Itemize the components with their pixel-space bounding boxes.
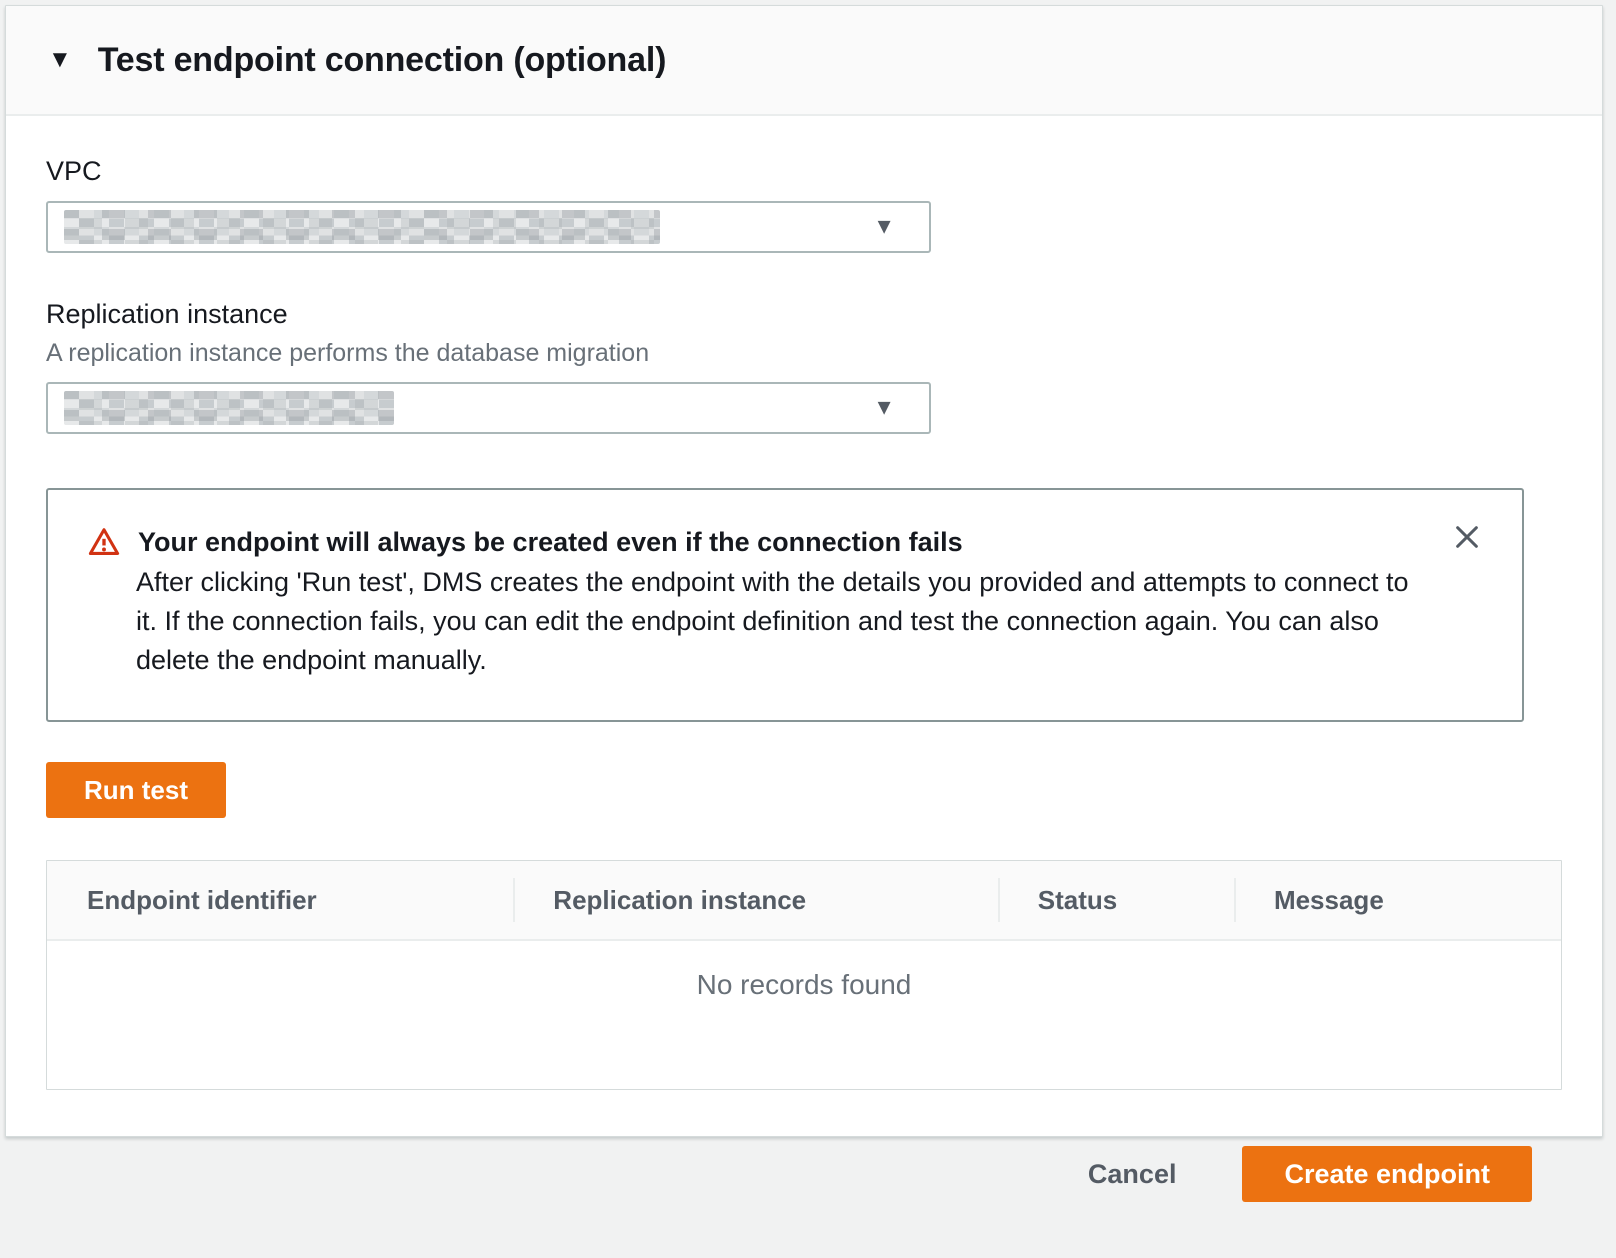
vpc-label: VPC <box>46 156 1562 187</box>
chevron-down-icon: ▼ <box>873 397 895 419</box>
warning-body-text: After clicking 'Run test', DMS creates t… <box>136 563 1436 680</box>
section-header-expander[interactable]: ▼ Test endpoint connection (optional) <box>6 6 1602 116</box>
replication-instance-description: A replication instance performs the data… <box>46 339 1562 368</box>
warning-header: Your endpoint will always be created eve… <box>88 522 1482 563</box>
column-header-message: Message <box>1234 861 1561 939</box>
form-footer-actions: Cancel Create endpoint <box>0 1146 1616 1202</box>
test-endpoint-connection-card: ▼ Test endpoint connection (optional) VP… <box>5 5 1603 1137</box>
table-header-row: Endpoint identifier Replication instance… <box>47 861 1561 941</box>
vpc-select[interactable]: ▼ <box>46 201 931 253</box>
column-header-replication-instance: Replication instance <box>513 861 997 939</box>
collapse-triangle-icon[interactable]: ▼ <box>48 48 72 72</box>
section-title: Test endpoint connection (optional) <box>98 41 666 80</box>
replication-instance-selected-value-redacted <box>64 391 394 425</box>
replication-instance-label: Replication instance <box>46 299 1562 330</box>
replication-instance-field: Replication instance A replication insta… <box>46 299 1562 434</box>
vpc-selected-value-redacted <box>64 210 660 244</box>
replication-instance-select[interactable]: ▼ <box>46 382 931 434</box>
warning-triangle-icon <box>88 526 120 563</box>
section-body: VPC ▼ Replication instance A replication… <box>6 116 1602 1136</box>
column-header-status: Status <box>998 861 1234 939</box>
connection-warning-alert: Your endpoint will always be created eve… <box>46 488 1524 722</box>
create-endpoint-button[interactable]: Create endpoint <box>1242 1146 1532 1202</box>
test-results-table: Endpoint identifier Replication instance… <box>46 860 1562 1090</box>
table-empty-state: No records found <box>47 941 1561 1089</box>
column-header-endpoint-identifier: Endpoint identifier <box>47 861 513 939</box>
close-icon[interactable] <box>1450 520 1484 554</box>
spacer <box>46 253 1562 299</box>
cancel-button[interactable]: Cancel <box>1088 1159 1177 1190</box>
run-test-button[interactable]: Run test <box>46 762 226 818</box>
vpc-field: VPC ▼ <box>46 156 1562 253</box>
chevron-down-icon: ▼ <box>873 216 895 238</box>
warning-title: Your endpoint will always be created eve… <box>138 522 963 562</box>
